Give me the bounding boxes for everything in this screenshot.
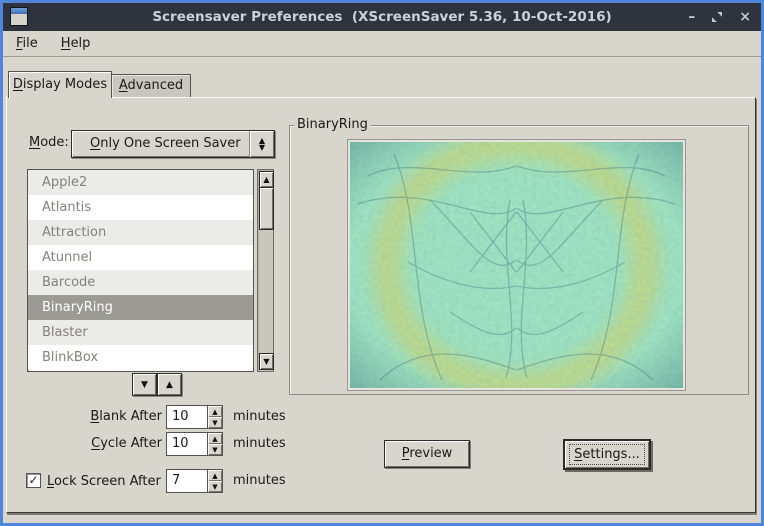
cycle-after-value[interactable]: 10 [167,433,207,455]
cycle-after-spin-buttons: ▲ ▼ [207,433,222,455]
cycle-after-unit: minutes [233,436,286,452]
menubar: File Help [3,31,761,57]
spin-up-icon[interactable]: ▲ [208,406,222,417]
spin-down-icon[interactable]: ▼ [208,481,222,492]
scroll-up-icon[interactable]: ▲ [259,171,274,188]
xscreensaver-window: Screensaver Preferences (XScreenSaver 5.… [0,0,764,526]
mode-dropdown-value: Only One Screen Saver [72,136,249,152]
list-item-apple2[interactable]: Apple2 [28,170,253,195]
window-controls: – × [688,3,751,31]
scrollbar-thumb[interactable] [259,187,274,230]
window-title: Screensaver Preferences (XScreenSaver 5.… [3,3,761,31]
minimize-icon[interactable]: – [688,3,695,31]
display-modes-panel: Mode: Only One Screen Saver ▲ ▼ Apple2At… [6,97,756,513]
move-up-button[interactable]: ▲ [157,373,182,396]
spin-up-icon[interactable]: ▲ [208,433,222,444]
scroll-down-icon[interactable]: ▼ [259,353,274,370]
blank-after-spin-buttons: ▲ ▼ [207,406,222,428]
lock-after-label: Lock Screen After [47,474,161,490]
blank-after-unit: minutes [233,409,286,425]
up-arrow-icon: ▲ [166,381,173,389]
lock-after-spin-buttons: ▲ ▼ [207,470,222,492]
lock-checkbox[interactable]: ✓ [26,473,41,488]
menu-file[interactable]: File [6,32,48,56]
blank-after-label: Blank After [7,409,162,425]
dropdown-spinner-icon: ▲ ▼ [249,131,274,157]
blank-after-spinbox: 10 ▲ ▼ [166,405,223,429]
down-arrow-icon: ▼ [141,381,148,389]
screensaver-preview-image [348,140,685,390]
spin-up-icon[interactable]: ▲ [208,470,222,481]
list-item-barcode[interactable]: Barcode [28,270,253,295]
list-item-blaster[interactable]: Blaster [28,320,253,345]
settings-button[interactable]: Settings... [563,439,651,470]
list-item-atlantis[interactable]: Atlantis [28,195,253,220]
titlebar[interactable]: Screensaver Preferences (XScreenSaver 5.… [3,3,761,31]
mode-dropdown[interactable]: Only One Screen Saver ▲ ▼ [71,130,275,158]
preview-button[interactable]: Preview [384,440,470,468]
cycle-after-label: Cycle After [7,436,162,452]
window-body: Screensaver Preferences (XScreenSaver 5.… [3,3,761,523]
move-down-button[interactable]: ▼ [132,373,157,396]
list-item-blinkbox[interactable]: BlinkBox [28,345,253,370]
menu-help[interactable]: Help [51,32,101,56]
lock-after-spinbox: 7 ▲ ▼ [166,469,223,493]
list-item-binaryring[interactable]: BinaryRing [28,295,253,320]
maximize-icon[interactable] [711,11,723,23]
lock-after-unit: minutes [233,473,286,489]
screensaver-list[interactable]: Apple2AtlantisAttractionAtunnelBarcodeBi… [27,169,254,372]
lock-after-value[interactable]: 7 [167,470,207,492]
preview-frame-title: BinaryRing [294,117,371,133]
list-item-attraction[interactable]: Attraction [28,220,253,245]
settings-button-label: Settings... [569,444,645,465]
tab-advanced[interactable]: Advanced [111,74,191,98]
close-icon[interactable]: × [739,3,751,31]
cycle-after-spinbox: 10 ▲ ▼ [166,432,223,456]
mode-label: Mode: [29,135,69,151]
spin-down-icon[interactable]: ▼ [208,417,222,428]
list-item-atunnel[interactable]: Atunnel [28,245,253,270]
list-scrollbar[interactable]: ▲ ▼ [257,169,274,372]
blank-after-value[interactable]: 10 [167,406,207,428]
spin-down-icon[interactable]: ▼ [208,444,222,455]
tab-display-modes[interactable]: Display Modes [8,71,112,98]
